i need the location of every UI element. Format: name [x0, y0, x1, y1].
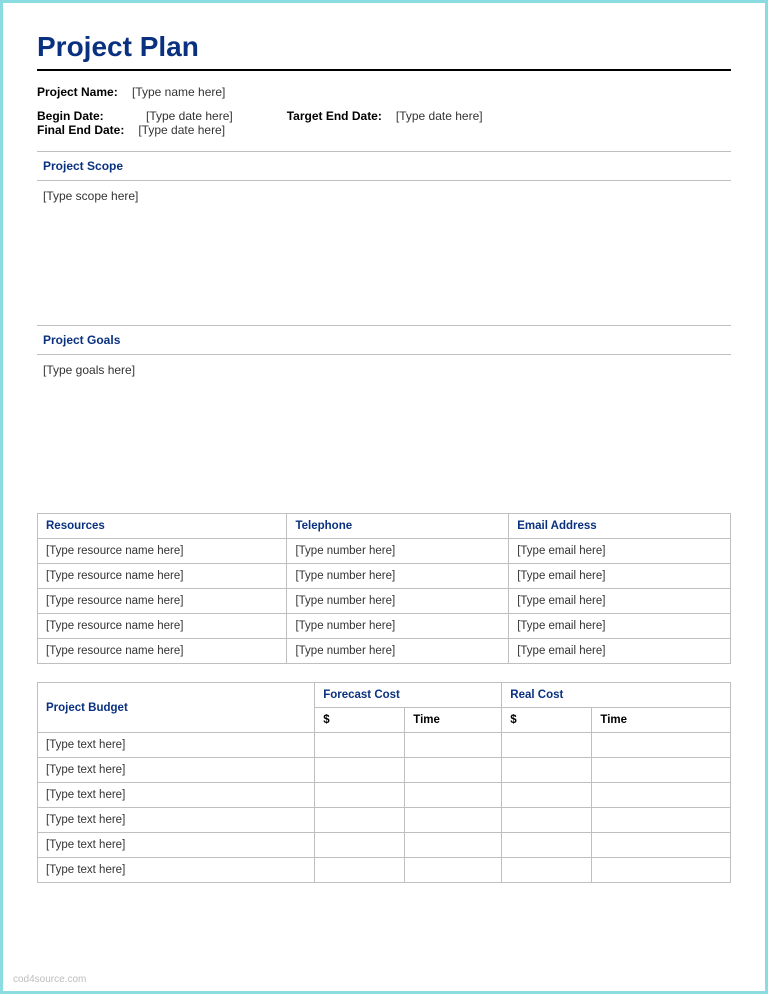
budget-table: Project Budget Forecast Cost Real Cost $… — [37, 682, 731, 883]
budget-header-row-1: Project Budget Forecast Cost Real Cost — [38, 683, 731, 708]
real-dollar-cell[interactable] — [502, 758, 592, 783]
goals-body[interactable]: [Type goals here] — [37, 355, 731, 495]
resource-name-cell[interactable]: [Type resource name here] — [38, 614, 287, 639]
telephone-cell[interactable]: [Type number here] — [287, 614, 509, 639]
forecast-dollar-cell[interactable] — [315, 758, 405, 783]
telephone-cell[interactable]: [Type number here] — [287, 539, 509, 564]
target-end-date-value[interactable]: [Type date here] — [396, 109, 483, 123]
begin-date-pair: Begin Date: [Type date here] — [37, 109, 263, 123]
forecast-dollar-cell[interactable] — [315, 833, 405, 858]
real-dollar-cell[interactable] — [502, 783, 592, 808]
budget-item-cell[interactable]: [Type text here] — [38, 833, 315, 858]
resources-header-row: Resources Telephone Email Address — [38, 514, 731, 539]
table-row: [Type resource name here] [Type number h… — [38, 539, 731, 564]
table-row: [Type text here] — [38, 808, 731, 833]
real-dollar-cell[interactable] — [502, 733, 592, 758]
forecast-dollar-cell[interactable] — [315, 733, 405, 758]
real-dollar-cell[interactable] — [502, 808, 592, 833]
target-end-date-pair: Target End Date: [Type date here] — [287, 109, 513, 123]
real-time-cell[interactable] — [592, 833, 731, 858]
resource-name-cell[interactable]: [Type resource name here] — [38, 564, 287, 589]
resource-name-cell[interactable]: [Type resource name here] — [38, 589, 287, 614]
budget-item-cell[interactable]: [Type text here] — [38, 758, 315, 783]
budget-item-cell[interactable]: [Type text here] — [38, 858, 315, 883]
real-header: Real Cost — [502, 683, 731, 708]
forecast-time-cell[interactable] — [405, 833, 502, 858]
table-row: [Type resource name here] [Type number h… — [38, 614, 731, 639]
budget-item-cell[interactable]: [Type text here] — [38, 808, 315, 833]
forecast-dollar-cell[interactable] — [315, 858, 405, 883]
scope-body[interactable]: [Type scope here] — [37, 181, 731, 311]
table-row: [Type text here] — [38, 783, 731, 808]
project-name-row: Project Name: [Type name here] — [37, 85, 731, 99]
final-end-date-pair: Final End Date: [Type date here] — [37, 123, 255, 137]
begin-date-label: Begin Date: — [37, 109, 132, 123]
real-time-cell[interactable] — [592, 783, 731, 808]
resource-name-cell[interactable]: [Type resource name here] — [38, 539, 287, 564]
table-row: [Type text here] — [38, 758, 731, 783]
goals-header: Project Goals — [37, 325, 731, 355]
email-cell[interactable]: [Type email here] — [509, 564, 731, 589]
telephone-cell[interactable]: [Type number here] — [287, 589, 509, 614]
real-time-cell[interactable] — [592, 733, 731, 758]
project-name-label: Project Name: — [37, 85, 132, 99]
resource-name-cell[interactable]: [Type resource name here] — [38, 639, 287, 664]
real-time-cell[interactable] — [592, 808, 731, 833]
forecast-time-cell[interactable] — [405, 858, 502, 883]
forecast-time-header: Time — [405, 708, 502, 733]
forecast-time-cell[interactable] — [405, 808, 502, 833]
table-row: [Type text here] — [38, 833, 731, 858]
email-cell[interactable]: [Type email here] — [509, 639, 731, 664]
budget-main-header: Project Budget — [38, 683, 315, 733]
document-title: Project Plan — [37, 31, 731, 63]
table-row: [Type text here] — [38, 733, 731, 758]
resources-table: Resources Telephone Email Address [Type … — [37, 513, 731, 664]
dates-row: Begin Date: [Type date here] Target End … — [37, 109, 731, 137]
real-time-header: Time — [592, 708, 731, 733]
telephone-cell[interactable]: [Type number here] — [287, 564, 509, 589]
scope-header: Project Scope — [37, 151, 731, 181]
table-row: [Type resource name here] [Type number h… — [38, 564, 731, 589]
begin-date-value[interactable]: [Type date here] — [146, 109, 233, 123]
telephone-cell[interactable]: [Type number here] — [287, 639, 509, 664]
real-dollar-cell[interactable] — [502, 833, 592, 858]
project-name-value[interactable]: [Type name here] — [132, 85, 225, 99]
forecast-dollar-cell[interactable] — [315, 808, 405, 833]
real-dollar-header: $ — [502, 708, 592, 733]
telephone-col-header: Telephone — [287, 514, 509, 539]
email-cell[interactable]: [Type email here] — [509, 614, 731, 639]
real-time-cell[interactable] — [592, 758, 731, 783]
email-col-header: Email Address — [509, 514, 731, 539]
table-row: [Type resource name here] [Type number h… — [38, 589, 731, 614]
forecast-header: Forecast Cost — [315, 683, 502, 708]
forecast-dollar-cell[interactable] — [315, 783, 405, 808]
real-time-cell[interactable] — [592, 858, 731, 883]
table-row: [Type text here] — [38, 858, 731, 883]
title-rule — [37, 69, 731, 71]
budget-item-cell[interactable]: [Type text here] — [38, 783, 315, 808]
real-dollar-cell[interactable] — [502, 858, 592, 883]
forecast-time-cell[interactable] — [405, 733, 502, 758]
forecast-dollar-header: $ — [315, 708, 405, 733]
table-row: [Type resource name here] [Type number h… — [38, 639, 731, 664]
resources-col-header: Resources — [38, 514, 287, 539]
forecast-time-cell[interactable] — [405, 758, 502, 783]
watermark: cod4source.com — [13, 974, 86, 985]
budget-item-cell[interactable]: [Type text here] — [38, 733, 315, 758]
forecast-time-cell[interactable] — [405, 783, 502, 808]
document-frame: Project Plan Project Name: [Type name he… — [0, 0, 768, 994]
final-end-date-label: Final End Date: — [37, 123, 124, 137]
email-cell[interactable]: [Type email here] — [509, 539, 731, 564]
target-end-date-label: Target End Date: — [287, 109, 382, 123]
final-end-date-value[interactable]: [Type date here] — [138, 123, 225, 137]
email-cell[interactable]: [Type email here] — [509, 589, 731, 614]
